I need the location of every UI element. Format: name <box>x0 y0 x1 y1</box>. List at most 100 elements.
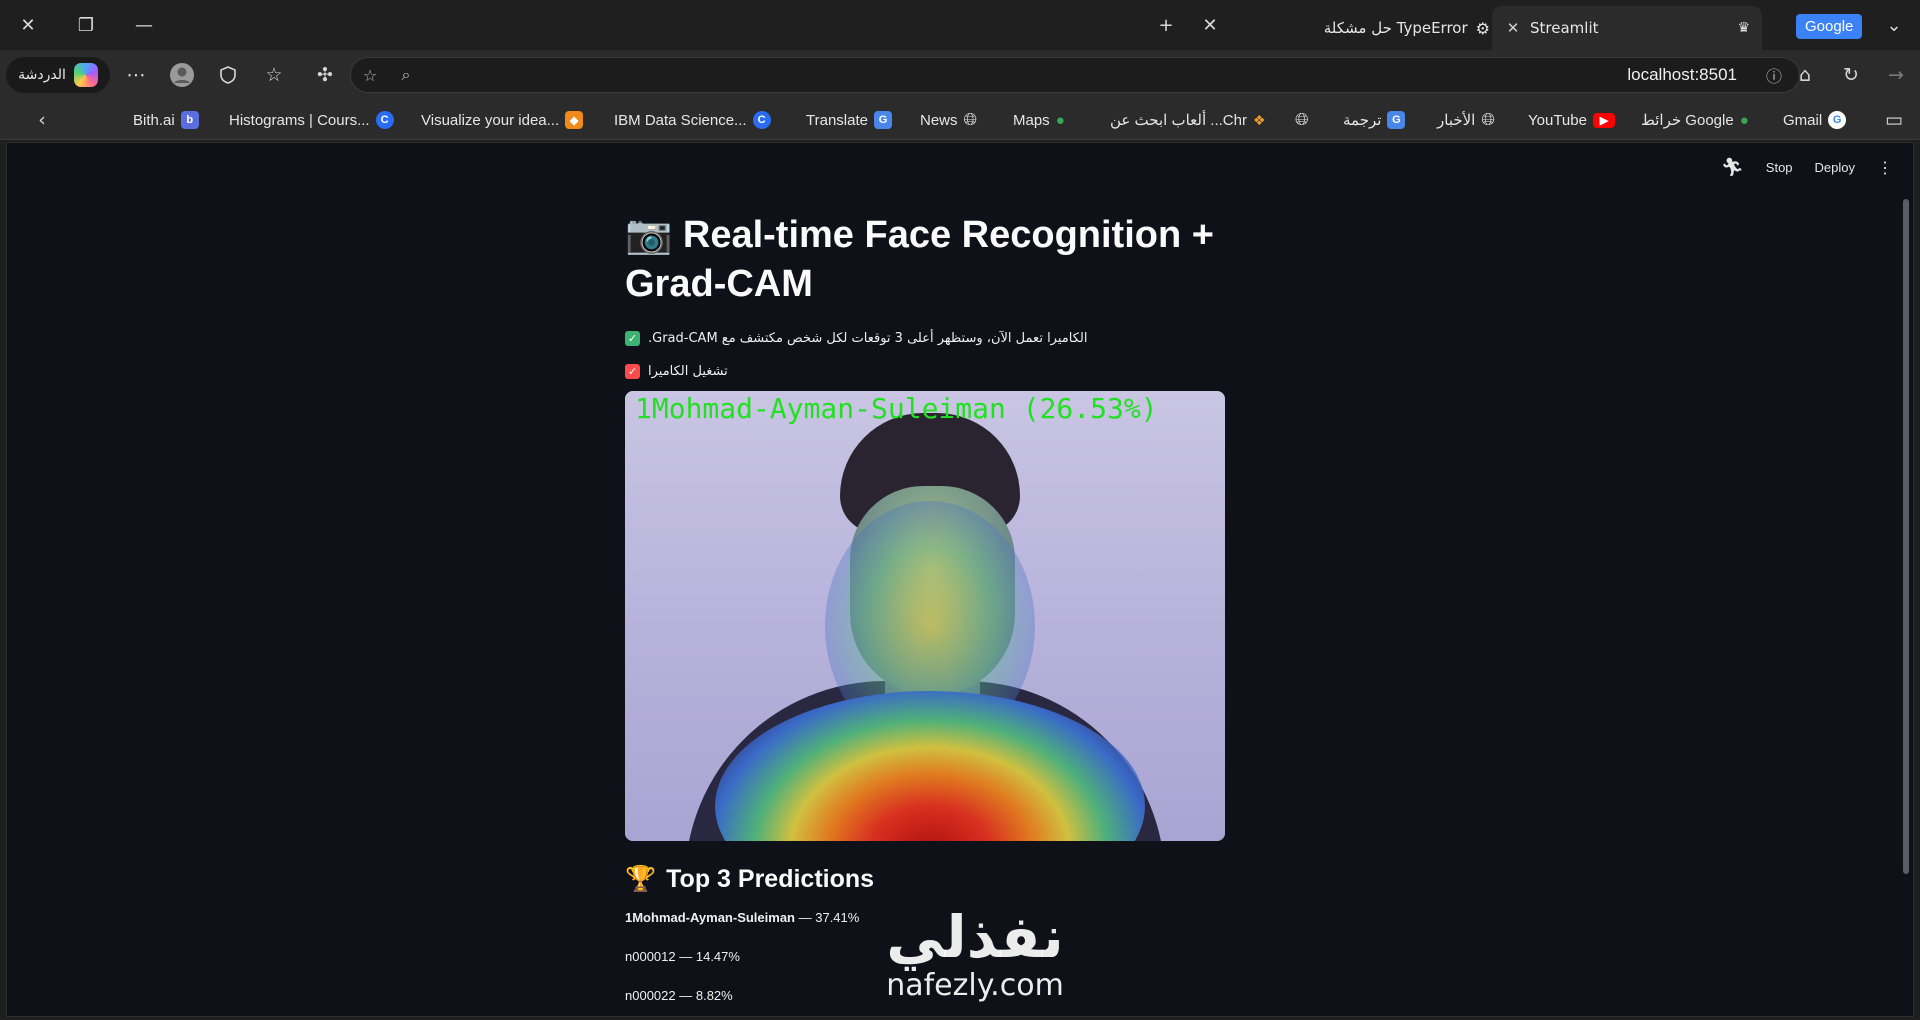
bookmark-label: News <box>920 111 958 129</box>
bookmark-label: IBM Data Science... <box>614 111 747 129</box>
prediction-name: n000022 <box>625 988 676 1003</box>
home-icon[interactable]: ⌂ <box>1791 61 1819 89</box>
running-icon: 🏃︎ <box>1720 157 1744 177</box>
prediction-name: 1Mohmad-Ayman-Suleiman <box>625 910 795 925</box>
extensions-icon[interactable]: ✣ <box>311 61 339 89</box>
trophy-icon: 🏆 <box>625 865 657 893</box>
page-title: 📷 Real-time Face Recognition + Grad-CAM <box>625 214 1214 305</box>
more-icon[interactable]: ⋯ <box>122 61 150 89</box>
prediction-name: n000012 <box>625 949 676 964</box>
tab-strip: ✕ ❐ — + ✕ حل مشكلة TypeError ⚙ ✕ Streaml… <box>0 0 1920 50</box>
new-tab-icon[interactable]: + <box>1148 10 1184 40</box>
google-icon: G <box>1828 111 1847 129</box>
chatgpt-icon: ⚙ <box>1475 18 1490 38</box>
maps-pin-icon: ● <box>1055 111 1065 129</box>
games-icon: ❖ <box>1252 111 1266 128</box>
prediction-value: 14.47% <box>695 949 740 964</box>
bookmark-label: Visualize your idea... <box>421 111 560 129</box>
bookmark-games[interactable]: ألعاب ابحث عن ...Chr ❖ <box>1110 108 1266 132</box>
bookmark-label: Bith.ai <box>133 111 175 129</box>
tab-streamlit[interactable]: ✕ Streamlit ♛ <box>1492 6 1762 50</box>
bookmark-histograms[interactable]: Histograms | Cours... C <box>229 108 394 132</box>
chat-button[interactable]: الدردشة <box>6 57 110 93</box>
bookmark-label: Gmail <box>1783 111 1823 129</box>
bookmark-label: YouTube <box>1528 111 1587 129</box>
app-header: 🏃︎ Stop Deploy ⋮ <box>1721 157 1893 178</box>
scrollbar[interactable] <box>1903 199 1909 874</box>
bookmark-label: الأخبار <box>1437 112 1476 129</box>
globe-icon: 🌐︎ <box>1481 110 1495 129</box>
minimize-window-icon[interactable]: — <box>126 10 162 40</box>
bookmarks-bar: ‹ Bith.ai b Histograms | Cours... C Visu… <box>0 100 1920 140</box>
watermark-arabic: نفذلي <box>886 903 1064 971</box>
watermark: نفذلي nafezly.com <box>855 905 1095 1003</box>
camera-feed: 1Mohmad-Ayman-Suleiman (26.53%) <box>625 391 1225 841</box>
bookmark-ibm[interactable]: IBM Data Science... C <box>614 108 771 132</box>
globe-icon: 🌐︎ <box>963 110 978 129</box>
main-menu-icon[interactable]: ⋮ <box>1877 158 1893 178</box>
bookmark-youtube[interactable]: YouTube ▶ <box>1528 108 1615 132</box>
toolbar: الدردشة ⋯ ☆ ✣ ☆ ⌕ localhost:8501 ⓘ ⌂ ↻ → <box>0 50 1920 100</box>
watermark-latin: nafezly.com <box>886 968 1064 1003</box>
reading-list-icon[interactable]: ▭ <box>1880 106 1908 134</box>
info-icon[interactable]: ⓘ <box>1763 64 1785 86</box>
section-title: 🏆 Top 3 Predictions <box>625 865 1225 894</box>
back-chevron-icon[interactable]: ‹ <box>28 106 56 134</box>
bith-icon: b <box>180 111 199 129</box>
favorites-icon[interactable]: ☆ <box>260 61 288 89</box>
info-line: ✓ الكاميرا تعمل الآن، وستظهر أعلى 3 توقع… <box>625 331 1225 346</box>
bookmark-label: Histograms | Cours... <box>229 111 370 129</box>
close-tab-icon[interactable]: ✕ <box>1502 19 1524 37</box>
prediction-overlay-text: 1Mohmad-Ayman-Suleiman (26.53%) <box>635 392 1158 425</box>
info-text: الكاميرا تعمل الآن، وستظهر أعلى 3 توقعات… <box>648 331 1088 346</box>
add-favorite-star-icon[interactable]: ☆ <box>359 64 381 86</box>
maps-pin-icon: ● <box>1739 111 1749 129</box>
bookmark-visualize[interactable]: Visualize your idea... ◆ <box>421 108 584 132</box>
prediction-value: 37.41% <box>815 910 860 925</box>
bookmark-gmail[interactable]: Gmail G <box>1783 108 1847 132</box>
bookmark-translate[interactable]: Translate G <box>806 108 892 132</box>
napkin-icon: ◆ <box>565 111 584 129</box>
check-mark-icon: ✓ <box>625 331 640 346</box>
forward-icon[interactable]: → <box>1882 61 1910 89</box>
tab-label: حل مشكلة TypeError <box>1323 19 1468 37</box>
globe-icon: 🌐︎ <box>1295 110 1309 129</box>
bookmark-bith[interactable]: Bith.ai b <box>133 108 199 132</box>
close-tab-icon[interactable]: ✕ <box>1192 10 1228 40</box>
profile-icon[interactable] <box>168 61 196 89</box>
bookmark-google-maps[interactable]: خرائط Google ● <box>1641 108 1749 132</box>
deploy-button[interactable]: Deploy <box>1815 160 1855 175</box>
stop-button[interactable]: Stop <box>1766 160 1793 175</box>
bookmark-maps[interactable]: Maps ● <box>1013 108 1065 132</box>
url-text: localhost:8501 <box>1627 65 1737 84</box>
copilot-icon <box>73 63 98 87</box>
globe-bookmark[interactable]: 🌐︎ <box>1295 108 1309 132</box>
tab-label: Streamlit <box>1530 19 1599 37</box>
coursera-icon: C <box>375 111 394 129</box>
chevron-down-icon[interactable]: ⌄ <box>1876 10 1912 40</box>
coursera-icon: C <box>752 111 771 129</box>
bookmark-news[interactable]: News 🌐︎ <box>920 108 977 132</box>
bookmark-label: ترجمة <box>1343 112 1382 129</box>
refresh-icon[interactable]: ↻ <box>1837 61 1865 89</box>
search-icon[interactable]: ⌕ <box>395 64 417 86</box>
translate-icon: G <box>1387 111 1406 129</box>
crown-icon: ♛ <box>1737 20 1750 36</box>
camera-checkbox-row[interactable]: ✓ تشغيل الكاميرا <box>625 364 1225 379</box>
address-bar[interactable]: ☆ ⌕ localhost:8501 ⓘ <box>350 57 1800 93</box>
camera-checkbox[interactable]: ✓ <box>625 364 640 379</box>
checkbox-label: تشغيل الكاميرا <box>648 364 728 379</box>
close-window-icon[interactable]: ✕ <box>10 10 46 40</box>
translate-icon: G <box>873 111 892 129</box>
chat-label: الدردشة <box>18 67 66 83</box>
section-title-text: Top 3 Predictions <box>666 865 875 893</box>
bookmark-akhbar[interactable]: الأخبار 🌐︎ <box>1437 108 1495 132</box>
shield-icon[interactable] <box>214 61 242 89</box>
bookmark-tarjama[interactable]: ترجمة G <box>1343 108 1406 132</box>
restore-window-icon[interactable]: ❐ <box>68 10 104 40</box>
bookmark-label: ألعاب ابحث عن ...Chr <box>1110 112 1247 129</box>
google-button[interactable]: Google <box>1796 14 1863 39</box>
bookmark-label: خرائط Google <box>1641 112 1734 129</box>
tab-typeerror[interactable]: حل مشكلة TypeError ⚙ <box>1300 6 1490 50</box>
prediction-value: 8.82% <box>695 988 733 1003</box>
